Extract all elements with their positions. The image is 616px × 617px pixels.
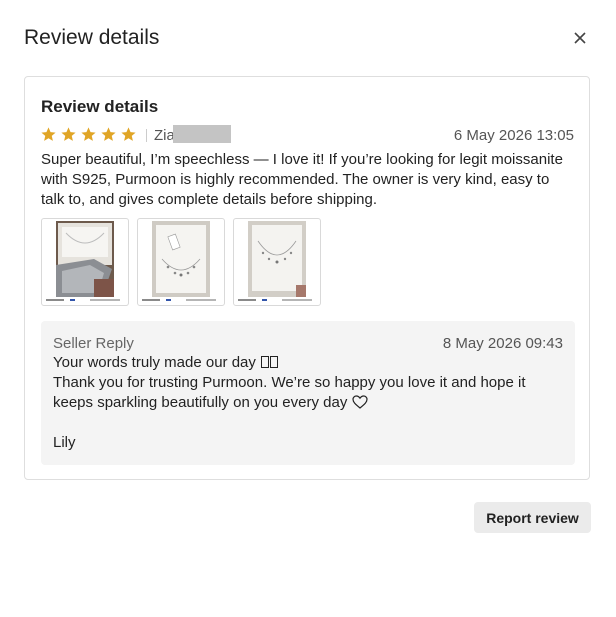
review-photo-1[interactable] <box>41 218 129 306</box>
dialog-title: Review details <box>24 26 160 49</box>
seller-reply-date: 8 May 2026 09:43 <box>442 335 563 352</box>
review-card: Review details Zia 6 May 2026 13:05 Supe… <box>24 76 590 480</box>
star-icon <box>121 127 136 141</box>
photo-thumbnail-3 <box>238 221 312 301</box>
review-photos <box>41 218 321 306</box>
rating-divider <box>146 129 147 142</box>
review-photo-2[interactable] <box>137 218 225 306</box>
seller-reply-body: Your words truly made our day Thank you … <box>53 353 568 453</box>
missing-glyph-icon <box>270 356 279 368</box>
star-rating <box>40 126 137 143</box>
review-text: Super beautiful, I’m speechless — I love… <box>41 151 563 208</box>
review-card-title: Review details <box>41 97 159 116</box>
close-button[interactable] <box>571 29 589 47</box>
star-icon <box>101 127 116 141</box>
reply-line-1-text: Your words truly made our day <box>53 354 256 371</box>
reply-line-1: Your words truly made our day <box>53 353 568 373</box>
review-date: 6 May 2026 13:05 <box>453 127 574 144</box>
reply-line-2: Thank you for trusting Purmoon. We’re so… <box>53 373 568 413</box>
seller-reply-label: Seller Reply <box>53 335 134 352</box>
review-photo-3[interactable] <box>233 218 321 306</box>
reviewer-name: Zia <box>154 127 175 144</box>
reviewer-name-redaction <box>173 125 231 143</box>
star-icon <box>41 127 56 141</box>
heart-icon <box>351 395 368 409</box>
reply-line-2-text: Thank you for trusting Purmoon. We’re so… <box>53 374 526 411</box>
seller-reply: Seller Reply 8 May 2026 09:43 Your words… <box>41 321 575 465</box>
photo-thumbnail-1 <box>46 221 120 301</box>
report-review-button[interactable]: Report review <box>474 502 591 533</box>
close-icon[interactable] <box>571 29 589 47</box>
star-icon <box>81 127 96 141</box>
reply-signature: Lily <box>53 434 76 451</box>
photo-thumbnail-2 <box>142 221 216 301</box>
reply-blank-line <box>53 413 568 433</box>
missing-glyph-icon <box>261 356 270 368</box>
star-icon <box>61 127 76 141</box>
